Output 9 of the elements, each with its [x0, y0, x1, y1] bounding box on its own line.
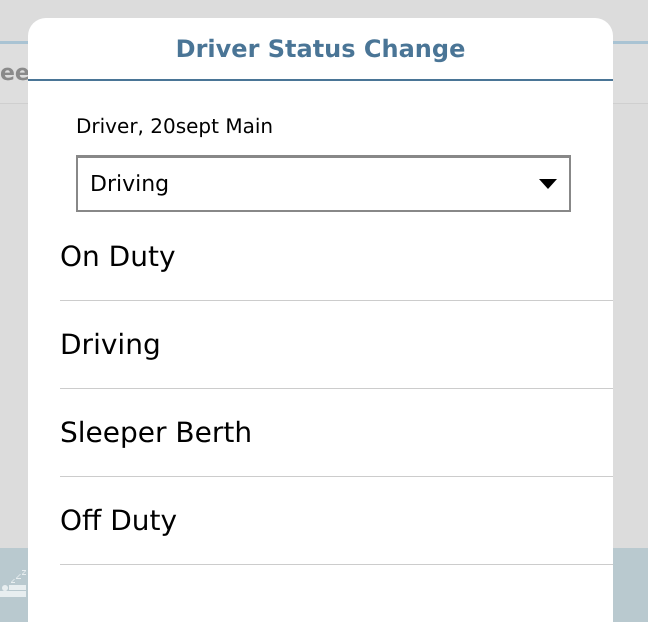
background-text: ee — [0, 60, 30, 88]
status-option[interactable]: Sleeper Berth — [60, 389, 613, 477]
status-option[interactable]: Off Duty — [60, 477, 613, 565]
dropdown-caret-icon — [539, 179, 557, 189]
status-option[interactable]: On Duty — [60, 213, 613, 301]
status-select[interactable]: Driving — [76, 155, 571, 212]
driver-label: Driver, 20sept Main — [76, 114, 274, 138]
dialog-title: Driver Status Change — [176, 34, 466, 64]
status-option[interactable]: Driving — [60, 301, 613, 389]
